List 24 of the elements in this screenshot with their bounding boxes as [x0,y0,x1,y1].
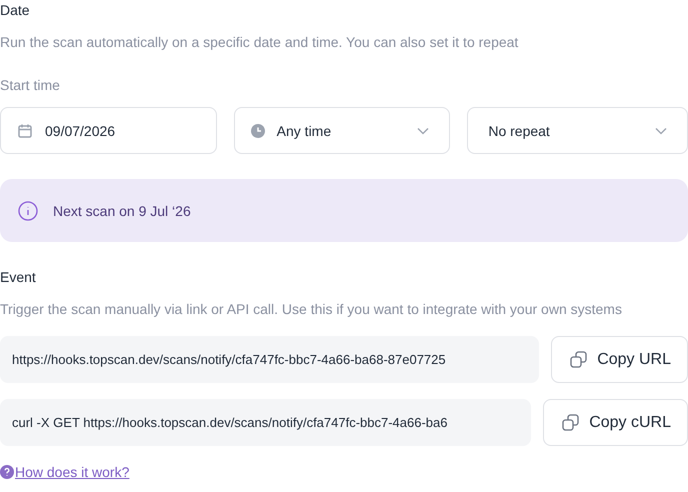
field-label: Start time [0,77,61,93]
dropdown[interactable]: Any time [234,107,450,154]
section-description: Trigger the scan manually via link or API call. Use this if you want to integrate with your own systems [0,301,623,317]
field-value: Any time [276,122,332,140]
field-value: 09/07/2026 [45,122,116,140]
calendar-icon [17,122,33,138]
date-field[interactable]: 09/07/2026 [0,107,217,154]
copy-button[interactable]: Copy cURL [543,399,688,446]
chevron-down-icon [655,126,668,134]
section-title: Event [0,269,37,285]
clock-icon [250,124,265,138]
field-value: No repeat [488,122,551,140]
url-field[interactable]: curl -X GET https://hooks.topscan.dev/scans/notify/cfa747fc-bbc7-4a66-ba6 [0,399,532,446]
copy-button[interactable]: Copy URL [551,336,688,383]
info-icon [18,200,38,220]
section-title: Date [0,2,31,18]
url-field[interactable]: https://hooks.topscan.dev/scans/notify/cfa747fc-bbc7-4a66-ba68-87e07725 [0,336,540,383]
help-link[interactable]: How does it work? [15,462,130,482]
chevron-down-icon [417,126,430,134]
next-scan-text: Next scan on 9 Jul ‘26 [53,202,191,220]
dropdown[interactable]: No repeat [467,107,688,154]
section-description: Run the scan automatically on a specific date and time. You can also set it to repeat [0,34,520,50]
copy-icon [570,351,588,368]
copy-icon [562,414,580,431]
